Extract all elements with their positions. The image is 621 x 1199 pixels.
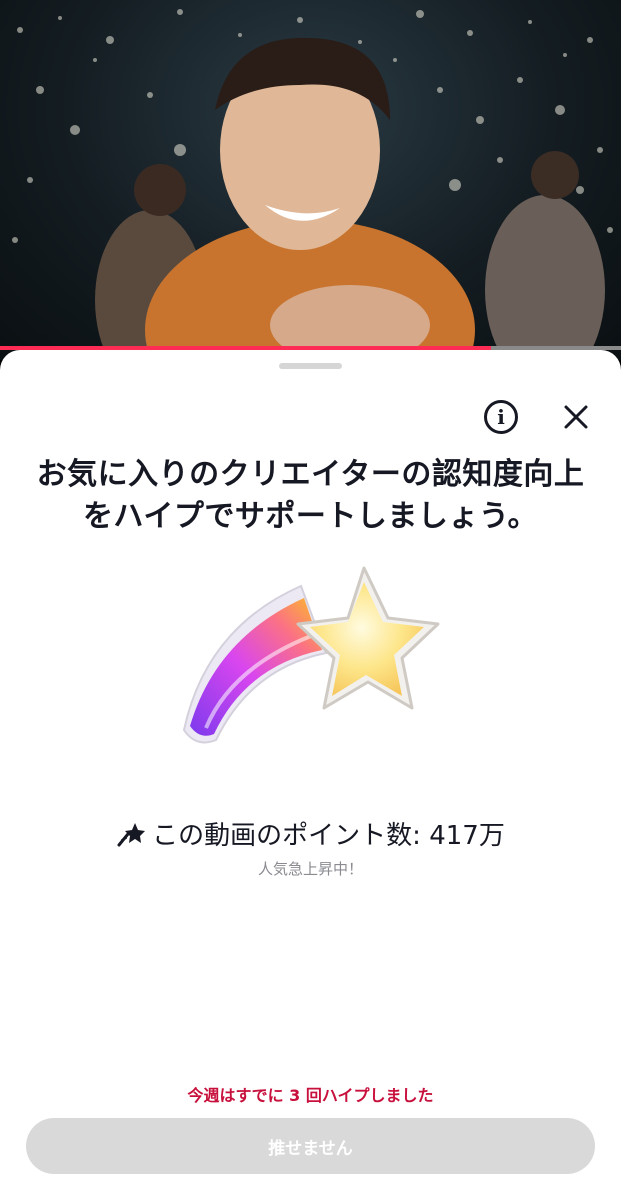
info-icon[interactable]: i <box>484 400 518 434</box>
video-frame <box>12 9 613 360</box>
sheet-drag-handle[interactable] <box>279 363 342 369</box>
video-player[interactable] <box>0 0 621 360</box>
weekly-hype-notice: 今週はすでに 3 回ハイプしました <box>187 1086 434 1105</box>
shooting-star-icon <box>182 566 440 744</box>
hype-bottom-sheet: i お気に入りのクリエイターの認知度向上 をハイプでサポートしましょう。 この動… <box>0 350 621 1199</box>
headline-line-1: お気に入りのクリエイターの認知度向上 <box>36 457 585 492</box>
info-glyph: i <box>497 405 505 429</box>
points-label: この動画のポイント数: 417万 <box>152 821 505 851</box>
video-points: この動画のポイント数: 417万 <box>0 815 621 852</box>
headline-line-2: をハイプでサポートしましょう。 <box>82 499 539 534</box>
mini-shooting-star-icon <box>117 822 146 846</box>
trending-label: 人気急上昇中！ <box>257 860 363 878</box>
hype-button[interactable]: 推せません <box>26 1118 595 1174</box>
close-icon[interactable] <box>561 402 591 432</box>
sheet-headline: お気に入りのクリエイターの認知度向上 をハイプでサポートしましょう。 <box>20 454 601 538</box>
